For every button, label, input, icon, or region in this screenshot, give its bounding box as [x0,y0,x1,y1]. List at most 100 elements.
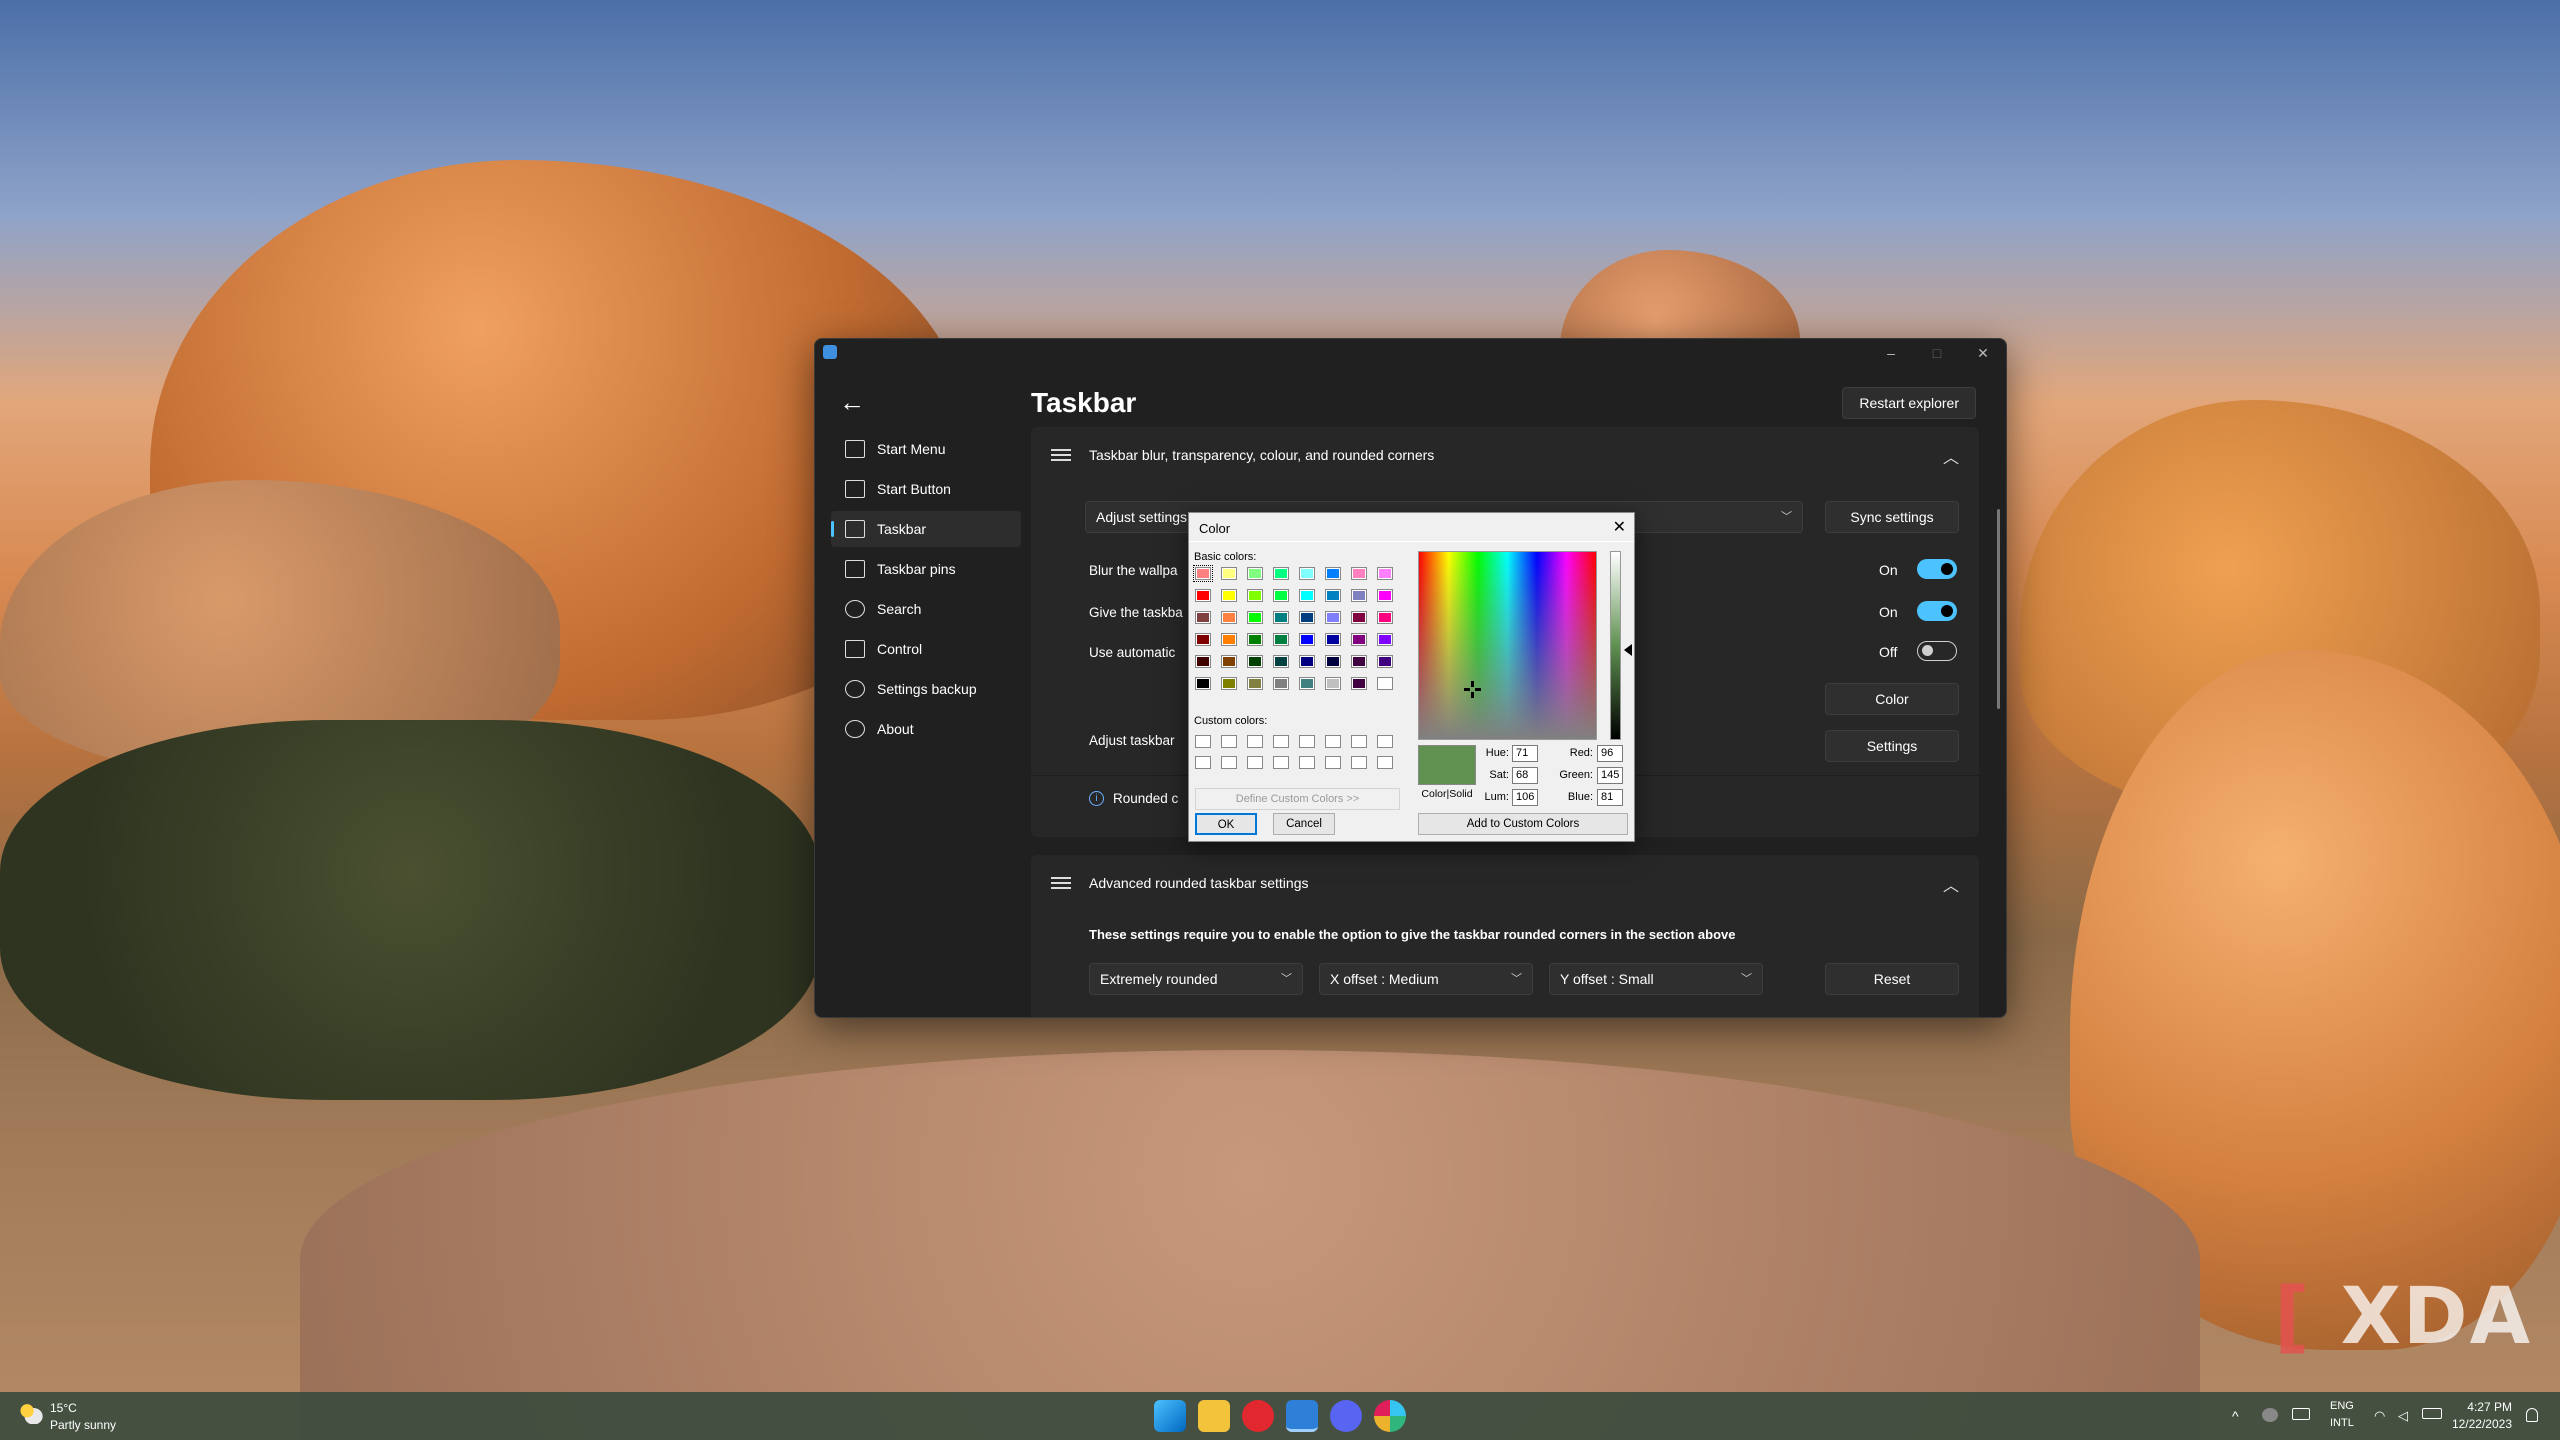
color-button[interactable]: Color [1825,683,1959,715]
red-field[interactable]: 96 [1597,745,1623,762]
rounding-dropdown[interactable]: Extremely rounded ﹀ [1089,963,1303,995]
sidebar-item-about[interactable]: About [831,711,1021,747]
scrollbar[interactable] [1997,509,2000,709]
color-swatch[interactable] [1351,611,1367,624]
sidebar-item-taskbar-pins[interactable]: Taskbar pins [831,551,1021,587]
color-swatch[interactable] [1195,655,1211,668]
color-swatch[interactable] [1325,589,1341,602]
color-swatch[interactable] [1377,633,1393,646]
custom-color-swatch[interactable] [1377,735,1393,748]
custom-color-swatch[interactable] [1273,756,1289,769]
color-swatch[interactable] [1351,589,1367,602]
weather-sun-cloud-icon[interactable] [18,1402,44,1424]
custom-color-swatch[interactable] [1325,756,1341,769]
color-swatch[interactable] [1221,677,1237,690]
custom-color-swatch[interactable] [1273,735,1289,748]
color-swatch[interactable] [1377,567,1393,580]
color-swatch[interactable] [1325,611,1341,624]
cloud-icon[interactable] [2262,1408,2278,1422]
color-swatch[interactable] [1299,677,1315,690]
add-to-custom-colors-button[interactable]: Add to Custom Colors [1418,813,1628,835]
chevron-up-icon[interactable]: ︿ [1943,444,1959,468]
sidebar-item-settings-backup[interactable]: Settings backup [831,671,1021,707]
x-offset-dropdown[interactable]: X offset : Medium ﹀ [1319,963,1533,995]
color-swatch[interactable] [1193,565,1213,582]
color-swatch[interactable] [1325,677,1341,690]
color-swatch[interactable] [1247,633,1263,646]
maximize-button[interactable]: □ [1914,339,1960,367]
chevron-up-icon[interactable]: ︿ [1943,872,1959,896]
color-swatch[interactable] [1273,611,1289,624]
color-swatch[interactable] [1325,633,1341,646]
crosshair-icon[interactable] [1464,681,1481,698]
custom-color-swatch[interactable] [1299,735,1315,748]
custom-color-swatch[interactable] [1351,756,1367,769]
color-swatch[interactable] [1221,567,1237,580]
vivaldi-browser-icon[interactable] [1242,1400,1274,1432]
color-swatch[interactable] [1195,589,1211,602]
luminosity-arrow-icon[interactable] [1624,644,1632,656]
color-swatch[interactable] [1351,677,1367,690]
weather-description[interactable]: Partly sunny [50,1418,116,1432]
custom-color-swatch[interactable] [1247,735,1263,748]
custom-color-swatch[interactable] [1325,735,1341,748]
color-swatch[interactable] [1195,633,1211,646]
cancel-button[interactable]: Cancel [1273,813,1335,835]
minimize-button[interactable]: – [1868,339,1914,367]
color-swatch[interactable] [1221,589,1237,602]
custom-color-swatch[interactable] [1377,756,1393,769]
color-swatch[interactable] [1351,655,1367,668]
custom-color-swatch[interactable] [1351,735,1367,748]
luminosity-slider[interactable] [1610,551,1621,740]
color-swatch[interactable] [1247,611,1263,624]
clock-date[interactable]: 12/22/2023 [2452,1417,2512,1431]
color-swatch[interactable] [1299,655,1315,668]
clock-time[interactable]: 4:27 PM [2467,1400,2512,1414]
color-swatch[interactable] [1273,567,1289,580]
blur-toggle[interactable] [1917,559,1957,579]
color-swatch[interactable] [1273,655,1289,668]
sidebar-item-control[interactable]: Control [831,631,1021,667]
color-swatch[interactable] [1325,567,1341,580]
custom-color-swatch[interactable] [1221,756,1237,769]
color-swatch[interactable] [1221,655,1237,668]
blue-field[interactable]: 81 [1597,789,1623,806]
custom-color-swatch[interactable] [1221,735,1237,748]
green-field[interactable]: 145 [1597,767,1623,784]
sidebar-item-start-menu[interactable]: Start Menu [831,431,1021,467]
start-windows-icon[interactable] [1154,1400,1186,1432]
color-swatch[interactable] [1325,655,1341,668]
color-swatch[interactable] [1247,677,1263,690]
notification-bell-icon[interactable] [2526,1408,2538,1422]
color-swatch[interactable] [1273,633,1289,646]
color-swatch[interactable] [1195,677,1211,690]
back-arrow-icon[interactable]: ← [839,389,865,415]
custom-color-swatch[interactable] [1195,756,1211,769]
color-swatch[interactable] [1299,589,1315,602]
weather-temperature[interactable]: 15°C [50,1401,77,1415]
close-icon[interactable]: ✕ [1613,517,1626,537]
color-swatch[interactable] [1299,567,1315,580]
section-header[interactable]: Taskbar blur, transparency, colour, and … [1031,427,1979,483]
define-custom-colors-button[interactable]: Define Custom Colors >> [1195,788,1400,810]
title-bar[interactable]: – □ ✕ [815,339,2006,367]
battery-icon[interactable] [2422,1408,2442,1419]
color-swatch[interactable] [1299,611,1315,624]
slack-icon[interactable] [1374,1400,1406,1432]
restart-explorer-button[interactable]: Restart explorer [1842,387,1976,419]
wifi-icon[interactable]: ◠ [2374,1408,2385,1424]
reset-button[interactable]: Reset [1825,963,1959,995]
color-swatch[interactable] [1377,655,1393,668]
custom-color-swatch[interactable] [1247,756,1263,769]
sidebar-item-start-button[interactable]: Start Button [831,471,1021,507]
section-header[interactable]: Advanced rounded taskbar settings ︿ [1031,855,1979,911]
color-swatch[interactable] [1247,589,1263,602]
color-swatch[interactable] [1299,633,1315,646]
color-swatch[interactable] [1221,633,1237,646]
color-swatch[interactable] [1273,677,1289,690]
auto-toggle[interactable] [1917,641,1957,661]
color-swatch[interactable] [1247,567,1263,580]
color-swatch[interactable] [1377,589,1393,602]
close-button[interactable]: ✕ [1960,339,2006,367]
ok-button[interactable]: OK [1195,813,1257,835]
